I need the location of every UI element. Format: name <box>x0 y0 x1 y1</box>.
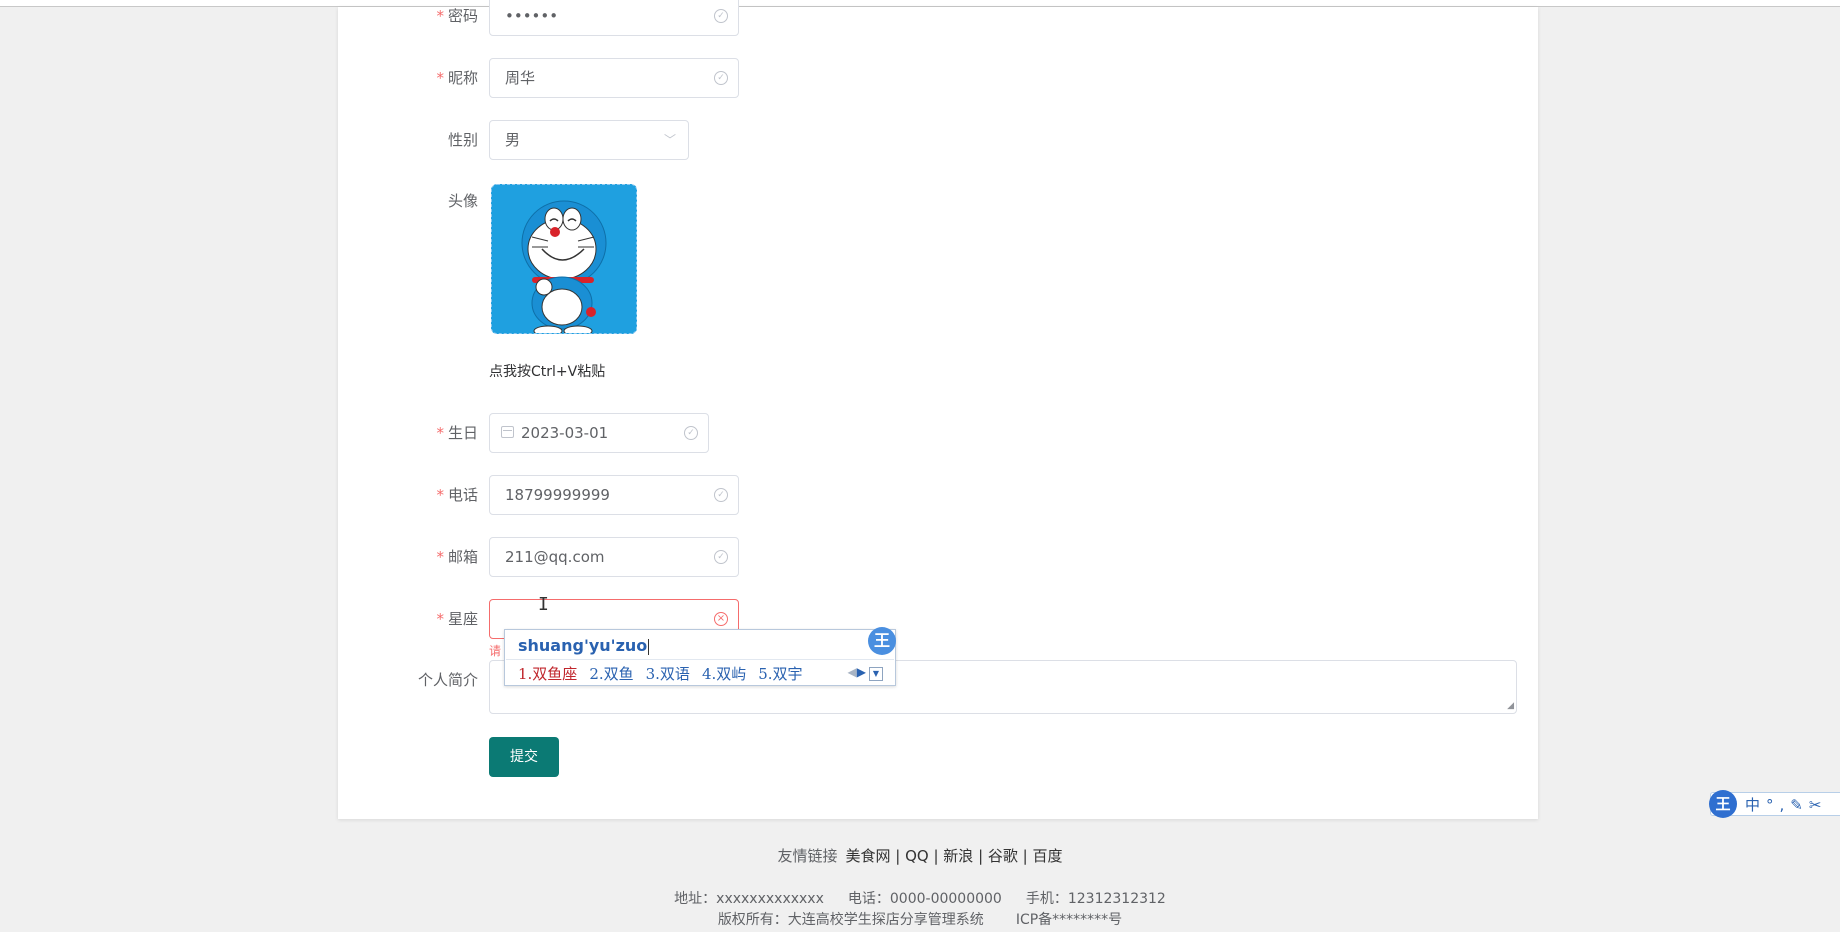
ime-composition: shuang'yu'zuo <box>518 636 650 655</box>
doraemon-avatar-image <box>492 185 636 333</box>
text-cursor-icon: I <box>538 594 549 615</box>
chevron-down-icon: ﹀ <box>663 133 676 147</box>
footer-mobile: 手机：12312312312 <box>1025 891 1166 907</box>
footer-link-list[interactable]: 美食网 | QQ | 新浪 | 谷歌 | 百度 <box>846 847 1063 865</box>
top-edge <box>0 0 1840 7</box>
birthday-datepicker[interactable]: 2023-03-01 ✓ <box>489 413 709 453</box>
bio-label: 个人简介 <box>417 671 478 689</box>
birthday-label: * 生日 <box>436 424 478 442</box>
ime-candidate[interactable]: 3.双语 <box>646 665 690 683</box>
submit-button[interactable]: 提交 <box>489 737 559 777</box>
gender-label: 性别 <box>447 131 478 149</box>
gender-select[interactable]: 男 ﹀ <box>489 120 689 160</box>
footer-address: 地址：xxxxxxxxxxxxx <box>674 891 824 907</box>
check-circle-icon: ✓ <box>714 71 728 85</box>
password-field[interactable]: •••••• ✓ <box>489 0 739 36</box>
resize-grip-icon[interactable]: ◢ <box>1507 702 1514 711</box>
check-circle-icon: ✓ <box>714 488 728 502</box>
error-circle-icon: × <box>714 612 728 626</box>
footer-links-label: 友情链接 <box>777 847 838 865</box>
email-field[interactable]: 211@qq.com ✓ <box>489 537 739 577</box>
nickname-label: * 昵称 <box>436 69 478 87</box>
footer-contact: 地址：xxxxxxxxxxxxx 电话：0000-00000000 手机：12312… <box>0 888 1840 908</box>
ime-page-nav: ◀▶ ▼ <box>848 665 883 681</box>
ime-toolbar-items[interactable]: 中°,✎✂ <box>1745 794 1827 815</box>
password-label: * 密码 <box>436 7 478 25</box>
check-circle-icon: ✓ <box>714 550 728 564</box>
avatar-upload[interactable] <box>491 184 637 334</box>
footer-copyright-text: 版权所有：大连高校学生探店分享管理系统 <box>717 912 984 928</box>
ime-candidate[interactable]: 1.双鱼座 <box>518 665 577 683</box>
footer-tel: 电话：0000-00000000 <box>847 891 1002 907</box>
footer-icp: ICP备********号 <box>1015 912 1123 928</box>
constellation-label: * 星座 <box>436 610 478 628</box>
ime-candidate[interactable]: 4.双屿 <box>702 665 746 683</box>
calendar-icon <box>501 425 514 438</box>
phone-label: * 电话 <box>436 486 478 504</box>
ime-candidate-list: 1.双鱼座 2.双鱼 3.双语 4.双屿 5.双宇 <box>518 663 815 684</box>
ime-candidate[interactable]: 5.双宇 <box>758 665 802 683</box>
ime-next-icon[interactable]: ▶ <box>857 665 866 679</box>
ime-logo-icon: 王 <box>868 627 896 655</box>
nickname-field[interactable]: 周华 ✓ <box>489 58 739 98</box>
constellation-error-tip: 请 <box>489 644 502 658</box>
ime-expand-icon[interactable]: ▼ <box>869 667 883 681</box>
ime-toolbar-logo-icon: 王 <box>1709 790 1737 818</box>
ime-candidate-window: shuang'yu'zuo 1.双鱼座 2.双鱼 3.双语 4.双屿 5.双宇 ◀▶ ▼ <box>504 629 896 686</box>
check-circle-icon: ✓ <box>714 9 728 23</box>
phone-field[interactable]: 18799999999 ✓ <box>489 475 739 515</box>
footer-copyright: 版权所有：大连高校学生探店分享管理系统 ICP备********号 <box>0 909 1840 929</box>
ime-status-toolbar[interactable]: 王 中°,✎✂ <box>1709 790 1840 818</box>
ime-prev-icon[interactable]: ◀ <box>848 665 857 679</box>
footer-links: 友情链接 美食网 | QQ | 新浪 | 谷歌 | 百度 <box>0 845 1840 866</box>
paste-hint[interactable]: 点我按Ctrl+V粘贴 <box>489 361 605 381</box>
ime-candidate[interactable]: 2.双鱼 <box>589 665 633 683</box>
email-label: * 邮箱 <box>436 548 478 566</box>
check-circle-icon: ✓ <box>684 426 698 440</box>
avatar-label: 头像 <box>447 192 478 210</box>
